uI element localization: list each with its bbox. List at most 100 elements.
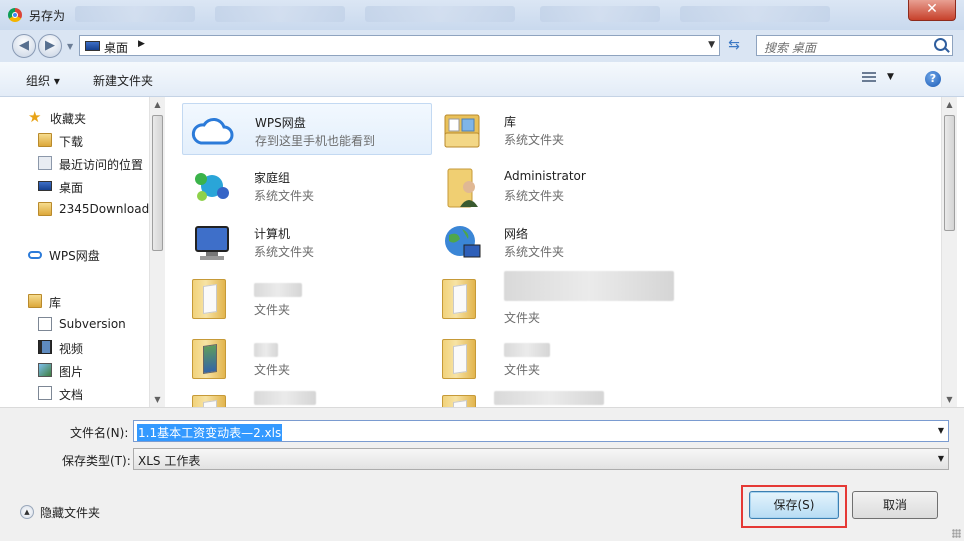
list-item-folder[interactable]: 文件夹	[182, 271, 432, 327]
list-item-folder[interactable]	[182, 387, 432, 407]
collapse-arrow-icon[interactable]: ▲	[20, 505, 34, 519]
user-folder-icon	[447, 168, 478, 208]
star-icon: ★	[28, 108, 42, 126]
sidebar-scrollbar[interactable]: ▲ ▼	[149, 97, 165, 407]
filename-value[interactable]: 1.1基本工资变动表—2.xls	[137, 424, 283, 441]
list-item-folder[interactable]	[432, 387, 682, 407]
filename-dropdown-icon[interactable]: ▼	[938, 426, 944, 435]
scrollbar-thumb[interactable]	[944, 115, 955, 231]
tile-subtitle: 系统文件夹	[504, 133, 565, 147]
sidebar-item-2345downloads[interactable]: 2345Downloads	[59, 202, 150, 216]
new-folder-button[interactable]: 新建文件夹	[93, 72, 153, 89]
title-bar: 另存为 ✕	[0, 0, 964, 31]
scroll-up-arrow-icon[interactable]: ▲	[150, 97, 165, 112]
recent-places-icon	[38, 156, 52, 170]
sidebar-item-library[interactable]: 库	[49, 294, 61, 311]
list-item-wps-cloud[interactable]: WPS网盘 存到这里手机也能看到	[182, 103, 432, 155]
address-box[interactable]: 桌面 ▶ ▼	[79, 35, 720, 56]
folder-icon	[442, 395, 476, 407]
picture-icon	[38, 363, 52, 377]
resize-grip[interactable]	[952, 529, 961, 538]
organize-button[interactable]: 组织 ▾	[26, 72, 60, 89]
list-item-administrator[interactable]: Administrator 系统文件夹	[432, 159, 682, 211]
sidebar-item-desktop[interactable]: 桌面	[59, 179, 83, 196]
blurred-name	[254, 391, 316, 405]
folder-icon	[192, 279, 226, 319]
forward-button[interactable]: ▶	[38, 34, 62, 58]
folder-icon	[442, 279, 476, 319]
cancel-button[interactable]: 取消	[852, 491, 938, 519]
filename-label: 文件名(N):	[70, 426, 129, 440]
sidebar-item-pictures[interactable]: 图片	[59, 363, 83, 380]
filetype-label: 保存类型(T):	[62, 454, 131, 468]
folder-icon	[192, 395, 226, 407]
tile-subtitle: 系统文件夹	[504, 245, 565, 259]
blurred-name	[254, 343, 278, 357]
sidebar-item-favorites[interactable]: 收藏夹	[50, 110, 86, 127]
search-placeholder: 搜索 桌面	[764, 41, 816, 55]
scrollbar-thumb[interactable]	[152, 115, 163, 251]
list-item-folder[interactable]: 文件夹	[432, 271, 682, 327]
sidebar-item-subversion[interactable]: Subversion	[59, 317, 126, 331]
list-item-network[interactable]: 网络 系统文件夹	[432, 215, 682, 267]
view-options-icon[interactable]	[862, 72, 876, 84]
list-item-library[interactable]: 库 系统文件夹	[432, 103, 682, 155]
breadcrumb-chevron-icon[interactable]: ▶	[138, 39, 145, 49]
scroll-down-arrow-icon[interactable]: ▼	[150, 392, 165, 407]
sidebar-item-documents[interactable]: 文档	[59, 386, 83, 403]
sidebar-item-downloads[interactable]: 下载	[59, 133, 83, 150]
cloud-icon	[191, 118, 234, 145]
tile-name: Administrator	[504, 169, 586, 183]
refresh-button[interactable]: ⇆	[724, 36, 744, 55]
list-item-computer[interactable]: 计算机 系统文件夹	[182, 215, 432, 267]
tile-subtitle: 系统文件夹	[504, 189, 565, 203]
file-list: WPS网盘 存到这里手机也能看到 库 系统文件夹 家庭组 系统文件夹 Admin…	[166, 97, 941, 407]
tile-name: 库	[504, 115, 517, 129]
tile-subtitle: 文件夹	[254, 303, 291, 317]
window-title: 另存为	[29, 9, 66, 23]
list-item-folder[interactable]: 文件夹	[432, 331, 682, 387]
tile-name: 网络	[504, 227, 529, 241]
filetype-select[interactable]: XLS 工作表 ▼	[133, 448, 949, 470]
tile-subtitle: 文件夹	[504, 311, 541, 325]
blurred-background	[75, 6, 195, 22]
tile-subtitle: 系统文件夹	[254, 189, 315, 203]
blurred-background	[215, 6, 345, 22]
folder-icon	[192, 339, 226, 379]
sidebar-item-wps[interactable]: WPS网盘	[49, 247, 100, 264]
navigation-pane: ★ 收藏夹 下载 最近访问的位置 桌面 2345Downloads WPS网盘 …	[0, 97, 150, 407]
blurred-background	[540, 6, 660, 22]
scroll-down-arrow-icon[interactable]: ▼	[942, 392, 957, 407]
back-button[interactable]: ◀	[12, 34, 36, 58]
sidebar-item-videos[interactable]: 视频	[59, 340, 83, 357]
content-scrollbar[interactable]: ▲ ▼	[941, 97, 957, 407]
library-icon	[28, 294, 42, 308]
folder-icon	[38, 202, 52, 216]
tile-name: 计算机	[254, 227, 291, 241]
search-input[interactable]: 搜索 桌面	[756, 35, 953, 56]
desktop-icon	[85, 41, 100, 51]
address-dropdown-icon[interactable]: ▼	[708, 40, 715, 50]
list-item-folder[interactable]: 文件夹	[182, 331, 432, 387]
tile-subtitle: 系统文件夹	[254, 245, 315, 259]
blurred-name	[494, 391, 604, 405]
close-button[interactable]: ✕	[908, 0, 956, 21]
folder-icon	[442, 339, 476, 379]
blurred-background	[365, 6, 515, 22]
hide-folders-toggle[interactable]: 隐藏文件夹	[40, 504, 100, 521]
filetype-dropdown-icon[interactable]: ▼	[938, 454, 944, 463]
breadcrumb-desktop[interactable]: 桌面	[104, 39, 128, 56]
blurred-name	[254, 283, 302, 297]
list-item-homegroup[interactable]: 家庭组 系统文件夹	[182, 159, 432, 211]
sidebar-item-recent[interactable]: 最近访问的位置	[59, 156, 143, 173]
save-form: 文件名(N): 1.1基本工资变动表—2.xls ▼ 保存类型(T): XLS …	[0, 407, 964, 541]
desktop-icon	[38, 181, 52, 191]
filename-field[interactable]: 1.1基本工资变动表—2.xls ▼	[133, 420, 949, 442]
scroll-up-arrow-icon[interactable]: ▲	[942, 97, 957, 112]
view-dropdown-icon[interactable]: ▼	[887, 72, 894, 82]
blurred-name	[504, 271, 674, 301]
help-icon[interactable]: ?	[925, 71, 941, 87]
history-dropdown-icon[interactable]: ▼	[67, 42, 73, 51]
filetype-value: XLS 工作表	[138, 454, 201, 468]
save-button[interactable]: 保存(S)	[749, 491, 839, 519]
